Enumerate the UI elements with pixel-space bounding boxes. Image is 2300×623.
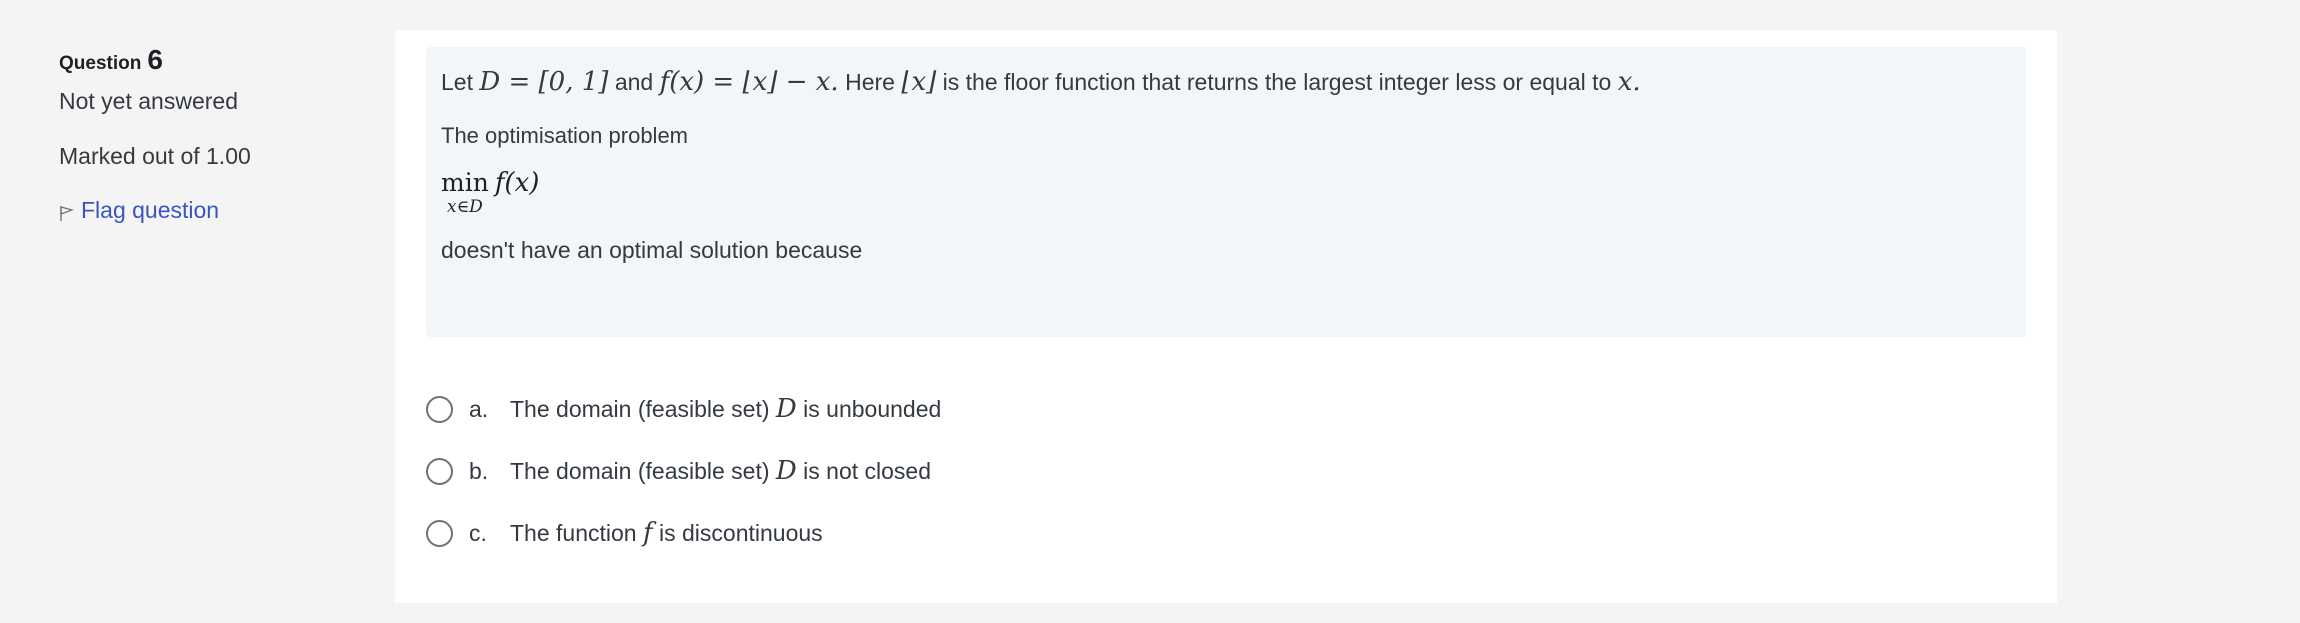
radio-button-a[interactable]	[426, 395, 453, 423]
option-letter: c.	[469, 519, 487, 546]
question-grade: Marked out of 1.00	[59, 143, 251, 169]
answer-option-b[interactable]: b. The domain (feasible set) D is not cl…	[426, 440, 941, 502]
min-operator: min x∈D	[441, 168, 489, 218]
flag-question-label: Flag question	[81, 197, 220, 223]
text-floor-description: is the floor function that returns the l…	[942, 69, 1612, 95]
math-x-end: x.	[1617, 67, 1641, 97]
question-line-3: doesn't have an optimal solution because	[441, 237, 863, 263]
option-math: D	[775, 456, 797, 486]
option-math: D	[775, 394, 797, 424]
text-and: and	[614, 69, 654, 95]
radio-button-c[interactable]	[426, 519, 453, 547]
question-text-box: Let D = [0, 1] and f(x) = ⌊x⌋ − x. Here …	[426, 47, 2026, 337]
quiz-page: Question 6 Not yet answered Marked out o…	[0, 0, 2300, 623]
min-objective: f(x)	[494, 168, 540, 198]
option-text-pre: The domain (feasible set)	[510, 458, 770, 484]
math-minimization: min x∈D f(x)	[441, 168, 540, 218]
question-state: Not yet answered	[59, 88, 238, 114]
option-text-pre: The function	[510, 520, 637, 546]
math-domain-definition: D = [0, 1]	[479, 67, 609, 97]
question-line-1: Let D = [0, 1] and f(x) = ⌊x⌋ − x. Here …	[441, 67, 1641, 97]
answer-options: a. The domain (feasible set) D is unboun…	[426, 378, 941, 564]
option-text-post: is discontinuous	[659, 520, 823, 546]
radio-button-b[interactable]	[426, 457, 453, 485]
question-line-2: The optimisation problem	[441, 123, 689, 148]
question-content-panel: Let D = [0, 1] and f(x) = ⌊x⌋ − x. Here …	[395, 30, 2057, 603]
min-operator-label: min	[441, 168, 489, 197]
question-number-heading: Question 6	[59, 44, 359, 75]
option-math: f	[642, 518, 653, 548]
math-function-definition: f(x) = ⌊x⌋ − x.	[659, 67, 839, 97]
option-letter: a.	[469, 395, 489, 422]
answer-option-a[interactable]: a. The domain (feasible set) D is unboun…	[426, 378, 941, 440]
question-label: Question	[59, 53, 142, 74]
text-here: Here	[845, 69, 895, 95]
option-letter: b.	[469, 457, 489, 484]
min-operator-subscript: x∈D	[447, 197, 483, 217]
option-text-pre: The domain (feasible set)	[510, 396, 770, 422]
option-text: The function f is discontinuous	[510, 518, 823, 548]
flag-icon	[60, 206, 74, 221]
option-text: The domain (feasible set) D is not close…	[510, 456, 931, 486]
option-text: The domain (feasible set) D is unbounded	[510, 394, 941, 424]
flag-question-link[interactable]: Flag question	[59, 197, 359, 224]
option-text-post: is unbounded	[803, 396, 942, 422]
text-let: Let	[441, 69, 473, 95]
math-floor-x: ⌊x⌋	[901, 67, 937, 97]
question-info-panel: Question 6 Not yet answered Marked out o…	[59, 44, 359, 224]
question-number: 6	[147, 44, 163, 75]
option-text-post: is not closed	[803, 458, 932, 484]
answer-option-c[interactable]: c. The function f is discontinuous	[426, 502, 941, 564]
